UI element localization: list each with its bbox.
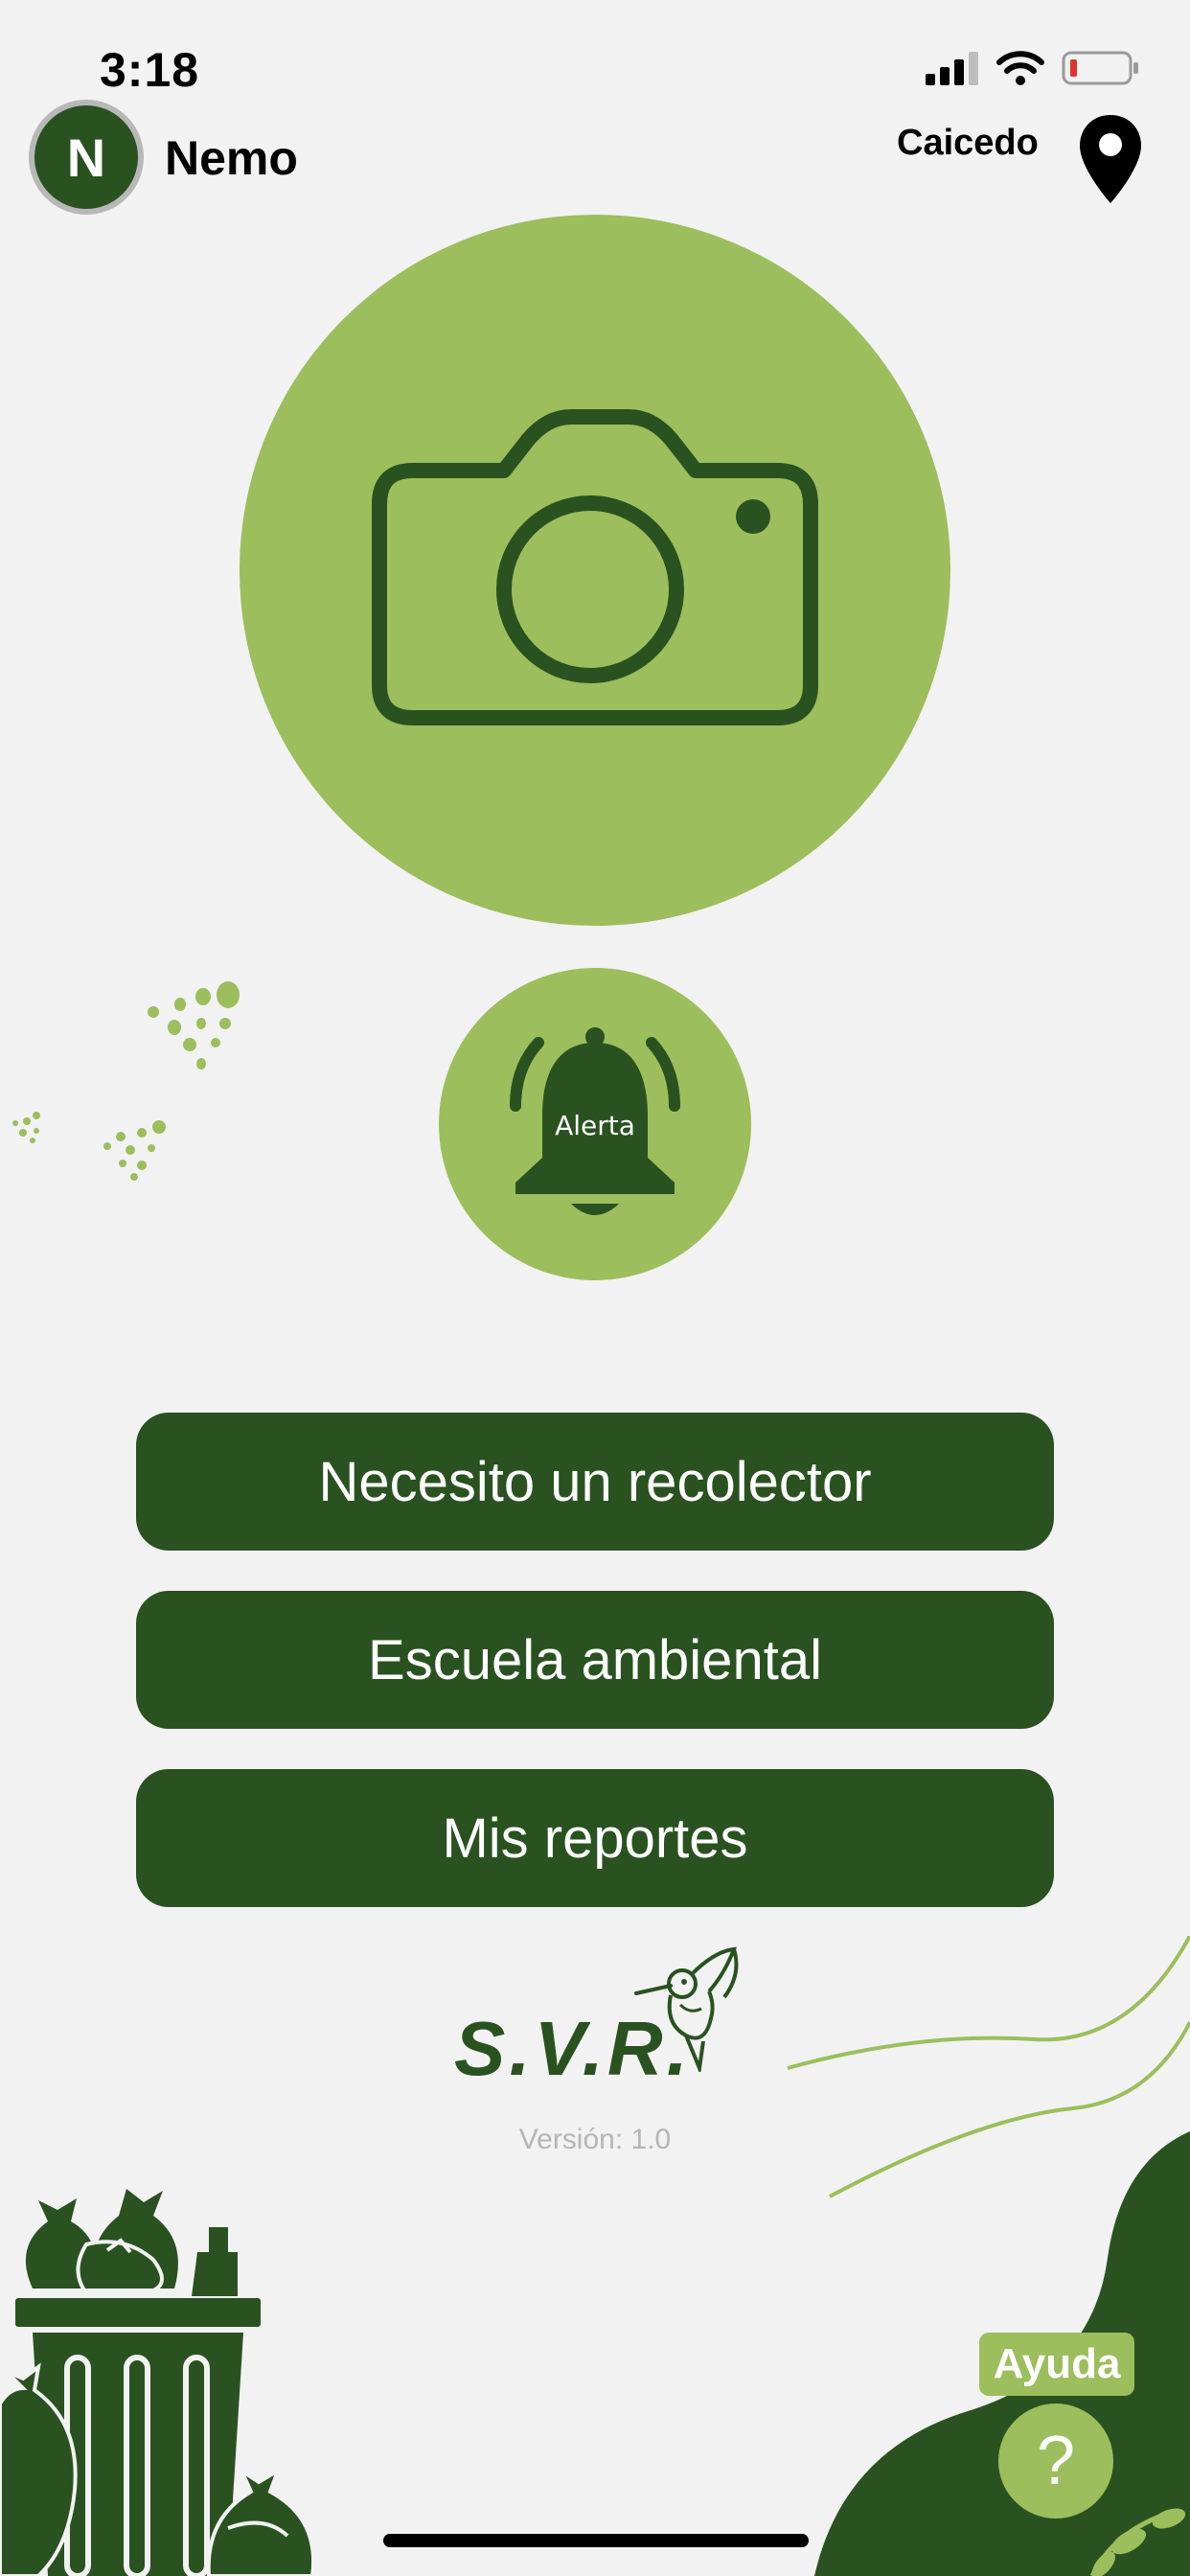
alert-button[interactable]: Alerta [439, 968, 751, 1280]
environmental-school-button[interactable]: Escuela ambiental [136, 1591, 1054, 1729]
trash-can-illustration [0, 2189, 315, 2576]
decorative-dots-icon [12, 1112, 40, 1143]
request-collector-button[interactable]: Necesito un recolector [136, 1413, 1054, 1551]
wifi-icon [996, 51, 1044, 85]
question-mark-icon: ? [1036, 2423, 1076, 2499]
camera-icon [372, 409, 818, 725]
status-time: 3:18 [100, 43, 200, 97]
avatar[interactable]: N [29, 100, 144, 215]
help-button[interactable]: ? [998, 2404, 1113, 2518]
my-reports-button[interactable]: Mis reportes [136, 1769, 1054, 1907]
signal-icon [926, 52, 978, 85]
location-label: Caicedo [897, 123, 1039, 163]
location-pin-icon[interactable] [1077, 113, 1144, 205]
decorative-dots-icon [148, 981, 240, 1070]
home-indicator[interactable] [383, 2534, 809, 2547]
alert-label: Alerta [555, 1110, 635, 1141]
avatar-initial: N [66, 126, 106, 188]
battery-icon [1062, 51, 1138, 85]
camera-button[interactable] [240, 215, 950, 926]
decorative-dots-icon [103, 1120, 166, 1181]
status-icons [926, 50, 1140, 86]
hummingbird-icon [634, 1946, 739, 2072]
help-label[interactable]: Ayuda [979, 2333, 1134, 2396]
username: Nemo [165, 131, 298, 185]
